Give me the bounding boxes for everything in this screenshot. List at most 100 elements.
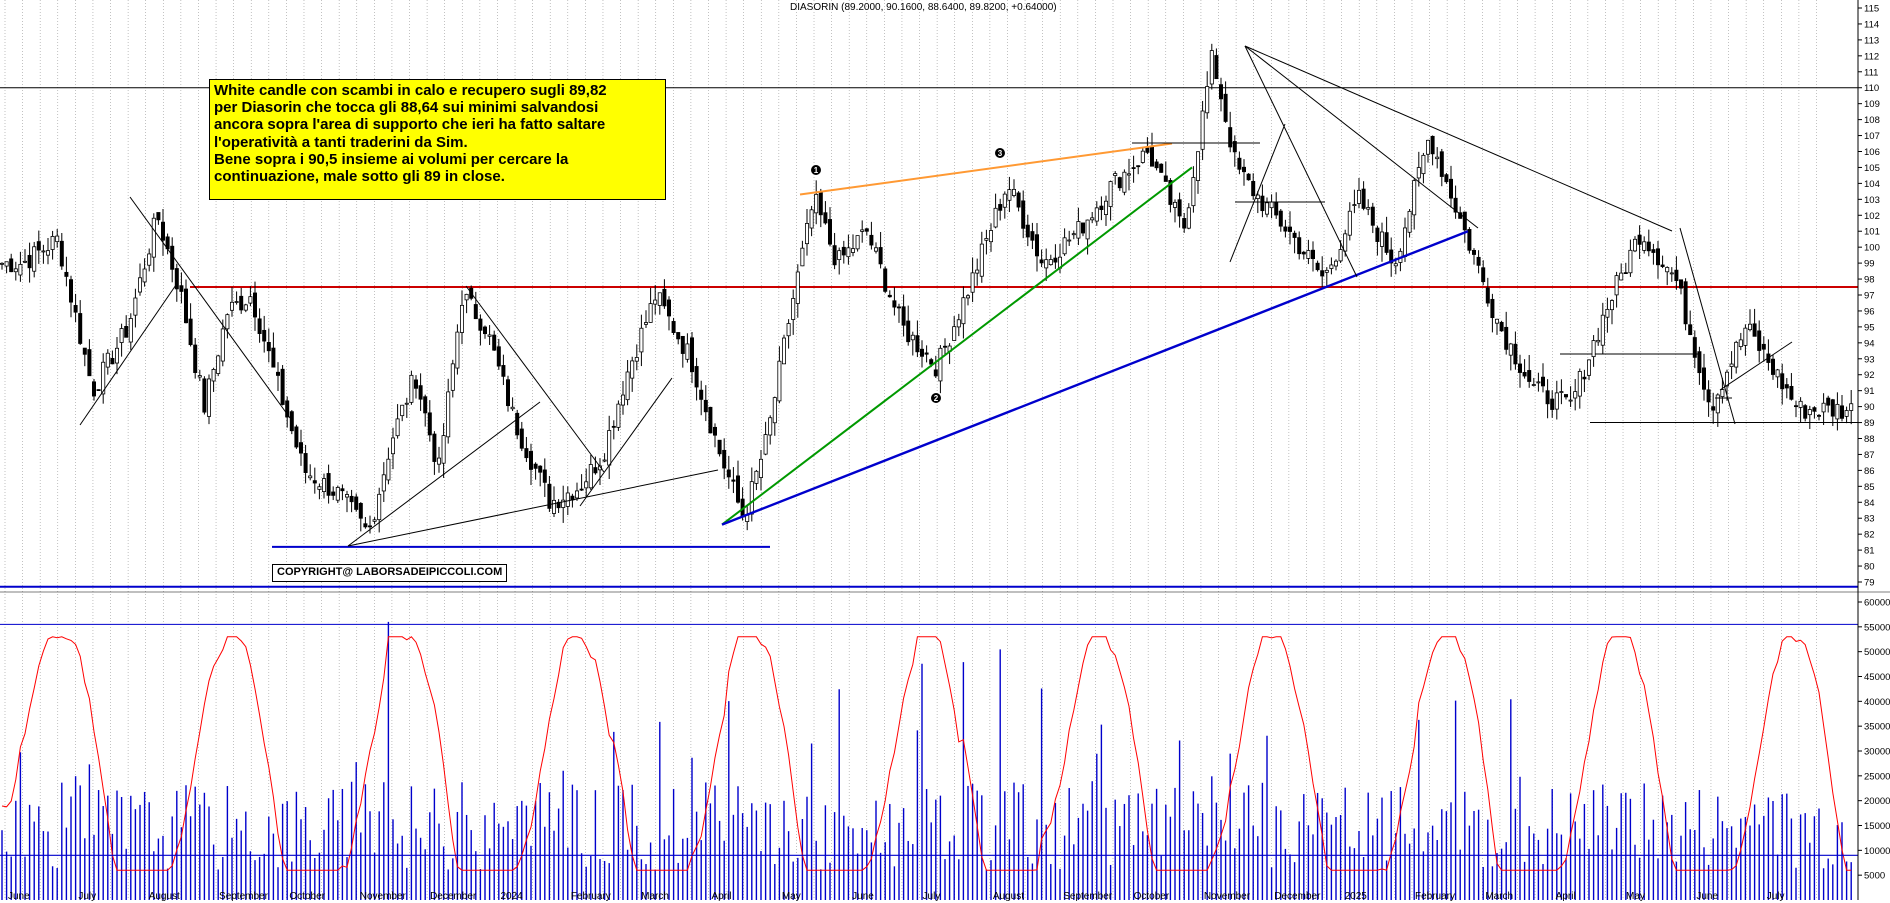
candle-body [225, 314, 230, 330]
candle-body [41, 250, 46, 253]
candle-body [717, 439, 722, 455]
candle-body [464, 293, 469, 301]
trendline [465, 285, 605, 473]
candle-body [243, 304, 248, 311]
candle-body [1016, 192, 1021, 208]
candle-body [1209, 50, 1214, 85]
candle-body [1743, 327, 1748, 346]
candle-body [160, 221, 165, 241]
candle-body [966, 295, 971, 299]
candle-body [1481, 267, 1486, 283]
price-tick-label: 84 [1864, 498, 1875, 509]
candle-body [239, 295, 244, 311]
volume-tick-label: 50000 [1864, 647, 1890, 658]
candle-body [1416, 167, 1421, 179]
candle-body [1035, 234, 1040, 257]
candle-body [271, 347, 276, 368]
candle-body [515, 412, 520, 436]
price-tick-label: 109 [1864, 99, 1880, 110]
candle-body [993, 207, 998, 228]
candle-body [211, 369, 216, 382]
candle-body [1692, 337, 1697, 358]
candle-body [423, 396, 428, 414]
candle-body [367, 525, 372, 528]
candle-body [533, 463, 538, 469]
candle-body [929, 359, 934, 365]
month-label: June [852, 891, 874, 902]
price-tick-label: 92 [1864, 370, 1875, 381]
price-tick-label: 80 [1864, 562, 1875, 573]
candle-body [782, 337, 787, 365]
candle-body [1320, 270, 1325, 277]
price-tick-label: 107 [1864, 131, 1880, 142]
candle-body [998, 204, 1003, 211]
candle-body [989, 230, 994, 243]
candle-body [869, 234, 874, 246]
candle-body [1352, 204, 1357, 206]
candle-body [924, 352, 929, 355]
candle-body [1536, 381, 1541, 384]
candle-body [13, 268, 18, 273]
candle-body [915, 335, 920, 353]
candle-body [1228, 127, 1233, 148]
candle-body [625, 371, 630, 401]
candle-body [1784, 384, 1789, 389]
candle-body [248, 296, 253, 304]
candle-body [901, 306, 906, 326]
candle-body [1025, 224, 1030, 238]
candle-body [1347, 210, 1352, 236]
candle-body [685, 343, 690, 360]
candle-body [1186, 207, 1191, 229]
wave-label: 2 [934, 394, 939, 403]
candle-body [450, 363, 455, 391]
month-label: June [1696, 891, 1718, 902]
candle-body [956, 319, 961, 328]
candle-body [1200, 110, 1205, 150]
candle-body [436, 457, 441, 465]
candle-body [1251, 181, 1256, 197]
candle-body [588, 464, 593, 489]
candle-body [179, 285, 184, 292]
candle-body [1518, 363, 1523, 373]
candle-body [1554, 392, 1559, 410]
candle-body [1301, 251, 1306, 255]
candle-body [1476, 256, 1481, 266]
month-label: May [782, 891, 801, 902]
candle-body [1531, 384, 1536, 386]
candle-body [69, 279, 74, 303]
candle-body [340, 488, 345, 492]
price-tick-label: 108 [1864, 115, 1880, 126]
candle-body [1163, 175, 1168, 182]
candle-body [1048, 259, 1053, 266]
candle-body [772, 397, 777, 424]
candle-body [823, 212, 828, 224]
candle-body [96, 389, 101, 392]
candle-body [1412, 180, 1417, 216]
candle-body [308, 475, 313, 479]
candle-body [1789, 385, 1794, 400]
candle-body [1835, 403, 1840, 420]
candle-body [1462, 211, 1467, 231]
candle-body [542, 469, 547, 483]
candle-body [55, 235, 60, 243]
candle-body [809, 209, 814, 229]
candle-body [1504, 326, 1509, 350]
orange-trendline [799, 142, 1173, 196]
candle-body [317, 486, 322, 490]
candle-body [1269, 201, 1274, 209]
volume-tick-label: 35000 [1864, 722, 1890, 733]
candle-body [234, 301, 239, 303]
candle-body [1182, 218, 1187, 229]
note-line: continuazione, male sotto gli 89 in clos… [214, 168, 505, 186]
candle-body [32, 246, 37, 272]
candle-body [1826, 397, 1831, 406]
candle-body [492, 334, 497, 351]
candle-body [920, 348, 925, 357]
candle-body [1725, 371, 1730, 387]
month-label: February [1415, 891, 1455, 902]
price-tick-label: 81 [1864, 546, 1875, 557]
candle-body [400, 404, 405, 417]
candle-body [828, 219, 833, 245]
candle-body [262, 329, 267, 342]
month-label: July [923, 891, 941, 902]
